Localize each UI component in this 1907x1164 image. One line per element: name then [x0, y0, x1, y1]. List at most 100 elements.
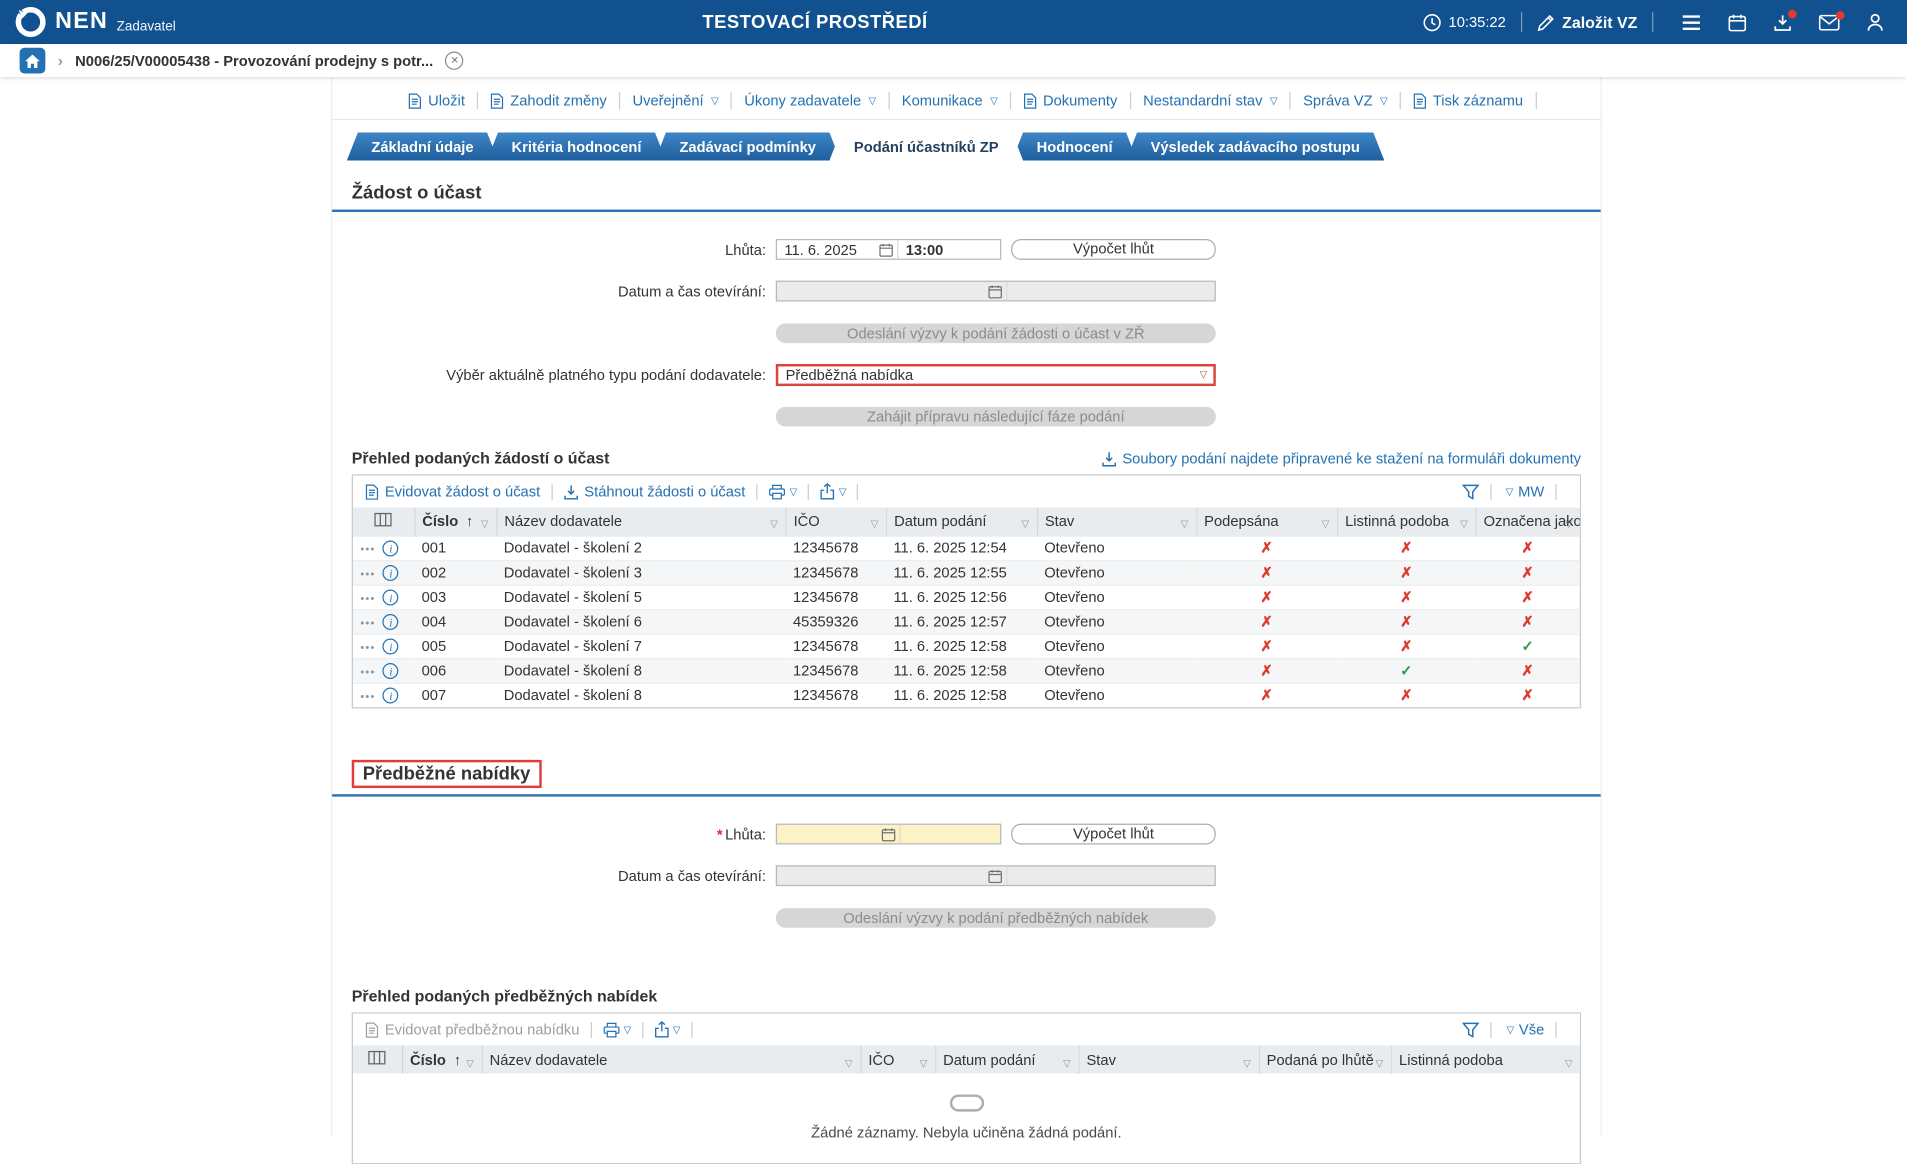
tab[interactable]: Hodnocení [1012, 132, 1137, 160]
toolbar-item[interactable]: Nestandardní stav ▽ [1129, 91, 1290, 110]
info-icon[interactable]: i [382, 589, 399, 606]
column-header[interactable]: ▽ Podepsána ↑ [1195, 507, 1338, 536]
column-chooser-button[interactable] [352, 507, 415, 536]
export-button[interactable] [820, 482, 835, 500]
calendar-icon[interactable] [875, 242, 897, 257]
column-header[interactable]: ▽ Číslo ↑ [401, 1045, 482, 1074]
info-icon[interactable]: i [382, 540, 399, 557]
filter-icon[interactable] [1462, 1022, 1480, 1038]
filter-caret-icon[interactable]: ▽ [466, 1057, 474, 1068]
toolbar-item[interactable]: Uveřejnění ▽ [618, 91, 731, 110]
calendar-button[interactable] [1728, 13, 1747, 31]
row-menu-icon[interactable]: ••• [360, 592, 375, 604]
print-options-caret-icon[interactable]: ▽ [624, 1024, 632, 1035]
column-header[interactable]: ▽ Listinná podoba ↑ [1336, 507, 1476, 536]
deadline-datetime-input[interactable]: 11. 6. 2025 13:00 [775, 238, 1002, 260]
filter-caret-icon[interactable]: ▽ [1243, 1057, 1251, 1068]
table-row[interactable]: ••• i 001 Dodavatel - školení 2 12345678 … [352, 534, 1580, 561]
info-icon[interactable]: i [382, 688, 399, 704]
info-icon[interactable]: i [382, 663, 399, 680]
view-caret-icon[interactable]: ▽ [1506, 1024, 1514, 1035]
filter-caret-icon[interactable]: ▽ [1460, 519, 1468, 530]
close-tab-icon[interactable]: ✕ [445, 51, 464, 70]
filter-caret-icon[interactable]: ▽ [770, 519, 778, 530]
row-menu-icon[interactable]: ••• [360, 616, 375, 628]
view-selector[interactable]: MW [1518, 483, 1544, 500]
toolbar-item[interactable]: Dokumenty ▽ [1009, 91, 1130, 110]
filter-caret-icon[interactable]: ▽ [1322, 519, 1330, 530]
filter-caret-icon[interactable]: ▽ [845, 1057, 853, 1068]
filter-caret-icon[interactable]: ▽ [1376, 1057, 1384, 1068]
column-header[interactable]: ▽ Název dodavatele ↑ [495, 507, 786, 536]
tab[interactable]: Podání účastníků ZP [829, 132, 1023, 160]
tab[interactable]: Výsledek zadávacího postupu [1126, 132, 1384, 160]
toolbar-item[interactable]: Zahodit změny ▽ [477, 91, 619, 110]
tab[interactable]: Kritéria hodnocení [487, 132, 666, 160]
row-menu-icon[interactable]: ••• [360, 567, 375, 579]
breadcrumb-item[interactable]: N006/25/V00005438 - Provozování prodejny… [75, 52, 433, 69]
row-menu-icon[interactable]: ••• [360, 641, 375, 653]
column-header[interactable]: ▽ IČO ↑ [859, 1045, 936, 1074]
info-icon[interactable]: i [382, 614, 399, 631]
row-menu-icon[interactable]: ••• [360, 665, 375, 677]
column-header[interactable]: ▽ Název dodavatele ↑ [481, 1045, 861, 1074]
print-button[interactable] [769, 483, 786, 499]
table-row[interactable]: ••• i 005 Dodavatel - školení 7 12345678 … [352, 633, 1580, 659]
info-icon[interactable]: i [382, 638, 399, 655]
column-header[interactable]: ▽ Podaná po lhůtě ↑ [1258, 1045, 1392, 1074]
home-button[interactable] [19, 47, 46, 74]
table-row[interactable]: ••• i 006 Dodavatel - školení 8 12345678 … [352, 657, 1580, 683]
menu-button[interactable] [1682, 14, 1702, 30]
export-button[interactable] [654, 1021, 669, 1038]
tab[interactable]: Zadávací podmínky [655, 132, 841, 160]
column-header[interactable]: ▽ Listinná podoba ↑ [1390, 1045, 1580, 1074]
toolbar-item[interactable]: Tisk záznamu ▽ [1399, 91, 1537, 110]
downloads-button[interactable] [1773, 9, 1797, 31]
filter-caret-icon[interactable]: ▽ [481, 519, 489, 530]
export-options-caret-icon[interactable]: ▽ [839, 486, 847, 497]
export-options-caret-icon[interactable]: ▽ [673, 1024, 681, 1035]
column-header[interactable]: ▽ Stav ↑ [1077, 1045, 1259, 1074]
column-header[interactable]: ▽ IČO ↑ [784, 507, 887, 536]
filter-icon[interactable] [1461, 483, 1479, 500]
submission-type-select[interactable]: Předběžná nabídka ▽ [775, 363, 1216, 386]
column-header[interactable]: ▽ Datum podání ↑ [885, 507, 1037, 536]
deadline-time-value[interactable]: 13:00 [897, 240, 1000, 259]
toolbar-item[interactable]: Úkony zadavatele ▽ [730, 91, 889, 110]
table-row[interactable]: ••• i 002 Dodavatel - školení 3 12345678 … [352, 559, 1580, 585]
filter-caret-icon[interactable]: ▽ [1021, 519, 1029, 530]
offers-deadline-datetime-input[interactable] [775, 823, 1002, 845]
calendar-icon[interactable] [877, 827, 899, 842]
filter-caret-icon[interactable]: ▽ [1181, 519, 1189, 530]
column-header[interactable]: ▽ Datum podání ↑ [934, 1045, 1079, 1074]
calc-deadlines-button[interactable]: Výpočet lhůt [1011, 823, 1216, 845]
brand-home-link[interactable]: NEN Zadavatel [15, 6, 176, 38]
filter-caret-icon[interactable]: ▽ [920, 1057, 928, 1068]
column-header[interactable]: ▽ Stav ↑ [1036, 507, 1197, 536]
view-selector[interactable]: Vše [1519, 1021, 1544, 1038]
filter-caret-icon[interactable]: ▽ [1565, 1057, 1573, 1068]
profile-button[interactable] [1867, 13, 1884, 31]
toolbar-item[interactable]: Komunikace ▽ [888, 91, 1010, 110]
tab[interactable]: Základní údaje [347, 132, 498, 160]
table-row[interactable]: ••• i 007 Dodavatel - školení 8 12345678 … [352, 682, 1580, 708]
info-icon[interactable]: i [382, 565, 399, 582]
view-caret-icon[interactable]: ▽ [1506, 486, 1514, 497]
filter-caret-icon[interactable]: ▽ [871, 519, 879, 530]
table-row[interactable]: ••• i 004 Dodavatel - školení 6 45359326 … [352, 608, 1580, 634]
deadline-date-value[interactable]: 11. 6. 2025 [777, 241, 875, 258]
toolbar-item[interactable]: Správa VZ ▽ [1289, 91, 1400, 110]
submission-files-link[interactable]: Soubory podání najdete připravené ke sta… [1102, 450, 1581, 467]
row-menu-icon[interactable]: ••• [360, 543, 375, 555]
column-chooser-button[interactable] [352, 1045, 402, 1074]
create-vz-button[interactable]: Založit VZ [1536, 13, 1637, 31]
filter-caret-icon[interactable]: ▽ [1063, 1057, 1071, 1068]
row-menu-icon[interactable]: ••• [360, 690, 375, 702]
print-button[interactable] [603, 1022, 620, 1038]
toolbar-item[interactable]: Uložit ▽ [396, 92, 477, 109]
register-request-button[interactable]: Evidovat žádost o účast [365, 483, 540, 500]
column-header[interactable]: ▽ Číslo ↑ [413, 507, 497, 536]
column-header[interactable]: ▽ Označena jako ne ↑ [1475, 507, 1580, 536]
table-row[interactable]: ••• i 003 Dodavatel - školení 5 12345678 … [352, 583, 1580, 610]
messages-button[interactable] [1818, 10, 1845, 30]
